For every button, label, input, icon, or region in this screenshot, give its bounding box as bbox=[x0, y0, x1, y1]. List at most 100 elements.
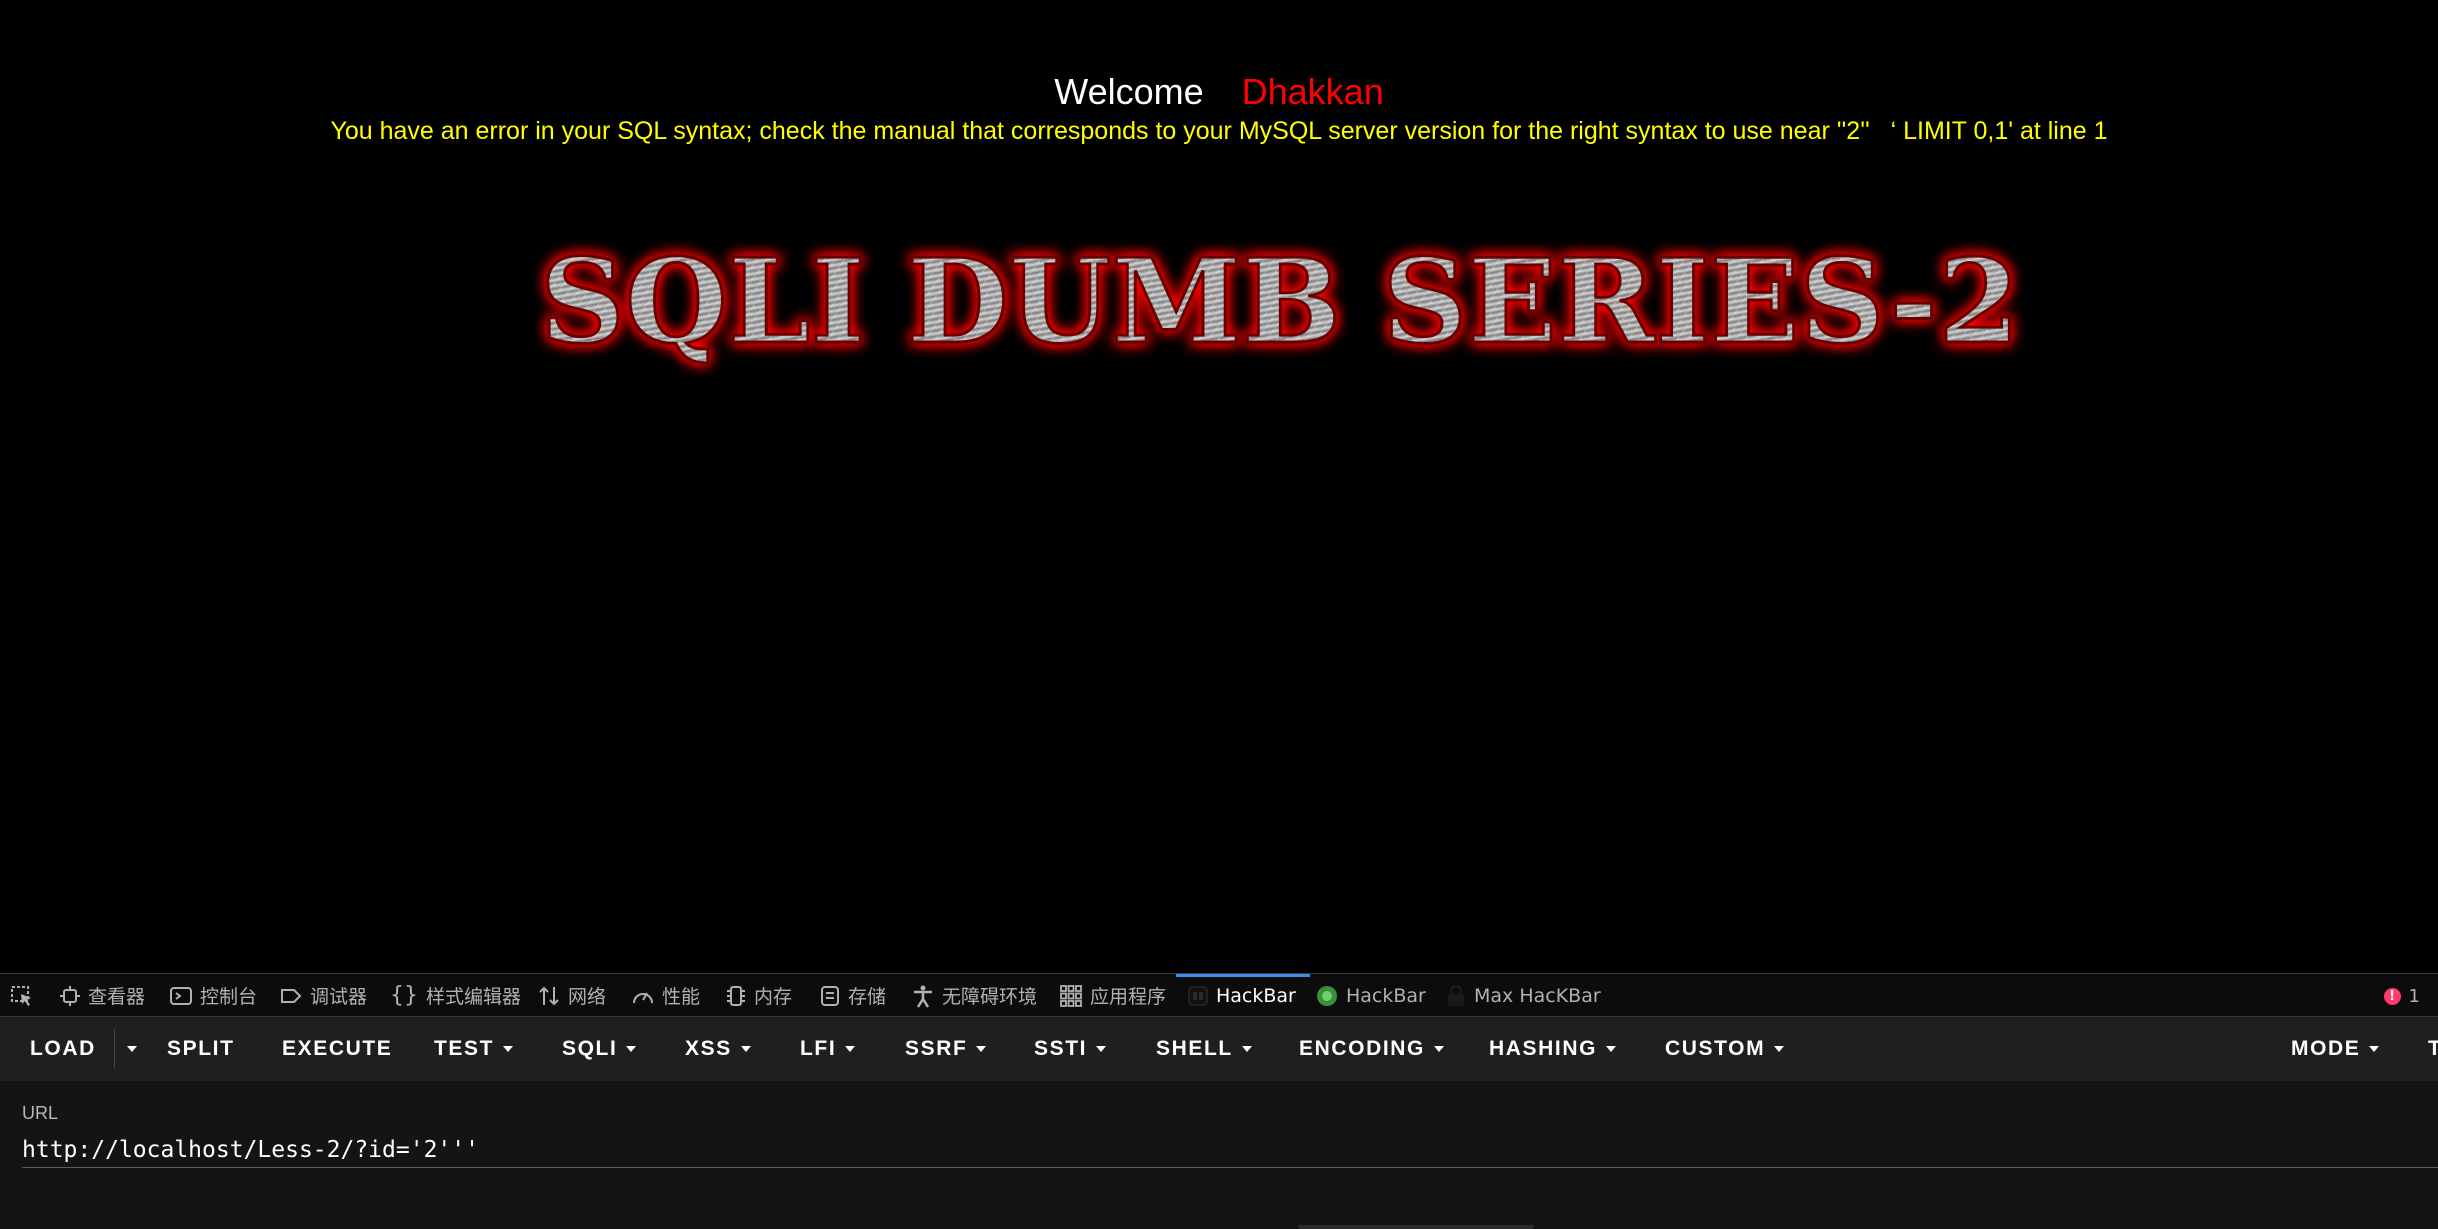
hackbar-url-area: URL bbox=[0, 1081, 2438, 1229]
tab-memory[interactable]: 内存 bbox=[726, 974, 792, 1017]
chevron-down-icon bbox=[127, 1046, 137, 1052]
split-label: SPLIT bbox=[167, 1037, 235, 1060]
chevron-down-icon bbox=[1096, 1046, 1107, 1052]
lfi-menu-button[interactable]: LFI bbox=[800, 1017, 856, 1081]
chevron-down-icon bbox=[845, 1046, 856, 1052]
web-page: Welcome Dhakkan You have an error in your… bbox=[0, 0, 2438, 973]
chevron-down-icon bbox=[1606, 1046, 1617, 1052]
tab-label: 无障碍环境 bbox=[942, 986, 1038, 1008]
tab-label: 网络 bbox=[568, 986, 607, 1008]
ssti-label: SSTI bbox=[1034, 1037, 1088, 1060]
url-label: URL bbox=[22, 1103, 59, 1123]
hackbar-toolbar: LOAD SPLIT EXECUTE TEST SQLI XSS LFI SSR… bbox=[0, 1017, 2438, 1081]
tab-label: 应用程序 bbox=[1090, 986, 1167, 1008]
tab-inspector[interactable]: 查看器 bbox=[60, 974, 145, 1017]
tab-debugger[interactable]: 调试器 bbox=[280, 974, 367, 1017]
mode-label: MODE bbox=[2291, 1037, 2361, 1060]
inspector-icon bbox=[60, 985, 80, 1006]
ssti-menu-button[interactable]: SSTI bbox=[1034, 1017, 1107, 1081]
resize-handle[interactable] bbox=[1298, 1225, 1534, 1229]
tab-label: HackBar bbox=[1346, 984, 1426, 1007]
tab-label: 样式编辑器 bbox=[426, 986, 522, 1008]
shell-menu-button[interactable]: SHELL bbox=[1156, 1017, 1252, 1081]
tab-max-hackbar[interactable]: Max HacKBar bbox=[1446, 974, 1601, 1017]
performance-icon bbox=[633, 992, 653, 1003]
hackbar-icon bbox=[1188, 986, 1208, 1005]
error-count-badge[interactable]: ! 1 bbox=[2383, 986, 2420, 1007]
application-icon bbox=[1060, 984, 1082, 1007]
error-count: 1 bbox=[2408, 986, 2420, 1007]
tab-network[interactable]: 网络 bbox=[538, 974, 606, 1017]
hashing-label: HASHING bbox=[1489, 1037, 1598, 1060]
chevron-down-icon bbox=[1433, 1046, 1444, 1052]
tab-accessibility[interactable]: 无障碍环境 bbox=[912, 974, 1037, 1017]
sqli-menu-button[interactable]: SQLI bbox=[562, 1017, 637, 1081]
lfi-label: LFI bbox=[800, 1037, 837, 1060]
chevron-down-icon bbox=[503, 1046, 514, 1052]
max-hackbar-icon bbox=[1448, 984, 1464, 1006]
url-input[interactable] bbox=[22, 1133, 2438, 1168]
tab-label: Max HacKBar bbox=[1474, 984, 1601, 1007]
error-icon: ! bbox=[2383, 988, 2401, 1005]
custom-label: CUSTOM bbox=[1665, 1037, 1766, 1060]
ssrf-label: SSRF bbox=[905, 1037, 968, 1060]
test-label: TEST bbox=[434, 1037, 495, 1060]
tab-hackbar-2[interactable]: HackBar bbox=[1316, 974, 1426, 1017]
tab-console[interactable]: 控制台 bbox=[170, 974, 257, 1017]
memory-icon bbox=[727, 985, 745, 1006]
chevron-down-icon bbox=[740, 1046, 751, 1052]
chevron-down-icon bbox=[1241, 1046, 1252, 1052]
tab-label: 控制台 bbox=[200, 986, 258, 1008]
load-menu-button[interactable] bbox=[118, 1017, 137, 1081]
devtools-tab-bar: 查看器 控制台 调试器 {} 样式编辑器 网络 性能 内存 存储 无障碍环境 应… bbox=[0, 973, 2438, 1017]
custom-menu-button[interactable]: CUSTOM bbox=[1665, 1017, 1785, 1081]
load-divider bbox=[114, 1029, 115, 1069]
overflow-label: T bbox=[2428, 1037, 2438, 1060]
execute-button[interactable]: EXECUTE bbox=[282, 1017, 392, 1081]
pick-element-icon bbox=[11, 985, 31, 1006]
overflow-button[interactable]: T bbox=[2428, 1017, 2438, 1081]
tab-label: 存储 bbox=[848, 986, 887, 1008]
style-editor-icon: {} bbox=[390, 983, 418, 1008]
welcome-text: Welcome bbox=[1054, 71, 1204, 112]
test-menu-button[interactable]: TEST bbox=[434, 1017, 514, 1081]
encoding-menu-button[interactable]: ENCODING bbox=[1299, 1017, 1444, 1081]
accessibility-icon bbox=[914, 985, 932, 1008]
mode-menu-button[interactable]: MODE bbox=[2291, 1017, 2380, 1081]
split-button[interactable]: SPLIT bbox=[167, 1017, 235, 1081]
pick-element-button[interactable] bbox=[10, 974, 42, 1017]
tab-label: 调试器 bbox=[310, 986, 368, 1008]
chevron-down-icon bbox=[2369, 1046, 2380, 1052]
debugger-icon bbox=[281, 988, 302, 1003]
chevron-down-icon bbox=[976, 1046, 987, 1052]
console-icon bbox=[170, 986, 192, 1005]
ssrf-menu-button[interactable]: SSRF bbox=[905, 1017, 987, 1081]
browser-viewport: Welcome Dhakkan You have an error in your… bbox=[0, 0, 2438, 1229]
xss-label: XSS bbox=[685, 1037, 732, 1060]
chevron-down-icon bbox=[1774, 1046, 1785, 1052]
load-button[interactable]: LOAD bbox=[30, 1017, 96, 1081]
sql-error-message: You have an error in your SQL syntax; ch… bbox=[330, 117, 2108, 145]
tab-hackbar[interactable]: HackBar bbox=[1176, 974, 1310, 1017]
execute-label: EXECUTE bbox=[282, 1037, 393, 1060]
tab-style-editor[interactable]: {} 样式编辑器 bbox=[390, 974, 521, 1017]
storage-icon bbox=[821, 985, 839, 1006]
tab-label: 查看器 bbox=[88, 986, 146, 1008]
banner-title-text: SQLI DUMB SERIES-2 bbox=[540, 234, 2020, 370]
tab-performance[interactable]: 性能 bbox=[632, 974, 700, 1017]
hashing-menu-button[interactable]: HASHING bbox=[1489, 1017, 1617, 1081]
tab-storage[interactable]: 存储 bbox=[820, 974, 886, 1017]
banner-title-image: SQLI DUMB SERIES-2 bbox=[539, 233, 2022, 372]
encoding-label: ENCODING bbox=[1299, 1037, 1425, 1060]
shell-label: SHELL bbox=[1156, 1037, 1233, 1060]
tab-label: 性能 bbox=[662, 986, 701, 1008]
load-label: LOAD bbox=[30, 1037, 96, 1060]
network-icon bbox=[539, 986, 559, 1005]
welcome-line: Welcome Dhakkan bbox=[0, 68, 2438, 116]
devtools-panel: 查看器 控制台 调试器 {} 样式编辑器 网络 性能 内存 存储 无障碍环境 应… bbox=[0, 973, 2438, 1229]
tab-application[interactable]: 应用程序 bbox=[1060, 974, 1166, 1017]
username-text: Dhakkan bbox=[1241, 71, 1384, 112]
xss-menu-button[interactable]: XSS bbox=[685, 1017, 751, 1081]
tab-label: 内存 bbox=[754, 986, 793, 1008]
tab-label: HackBar bbox=[1216, 984, 1296, 1007]
